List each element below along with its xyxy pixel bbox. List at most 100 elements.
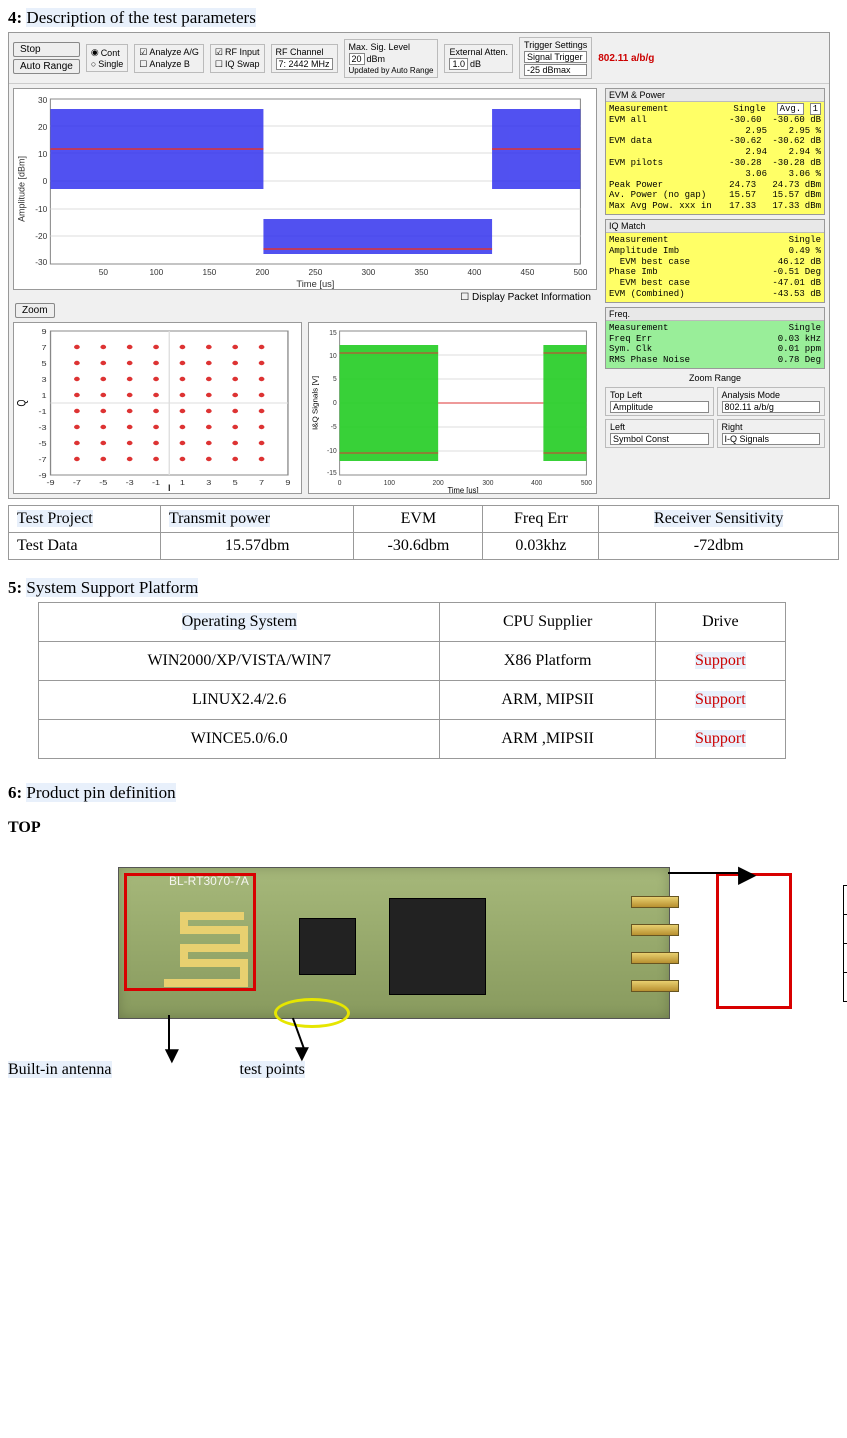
th-freq-err: Freq Err: [483, 506, 599, 533]
trigger-type-select[interactable]: Signal Trigger: [524, 51, 587, 63]
trigger-level-select[interactable]: -25 dBmax: [524, 64, 587, 76]
display-packet-info-check[interactable]: ☐ Display Packet Information: [460, 292, 591, 303]
svg-text:150: 150: [202, 268, 216, 277]
svg-text:250: 250: [308, 268, 322, 277]
section5-title-text: System Support Platform: [26, 578, 198, 597]
max-sig-input[interactable]: 20: [349, 53, 365, 65]
td-tx-power: 15.57dbm: [160, 533, 354, 560]
measurement-row: 2.95 2.95 %: [609, 126, 821, 137]
avg-n-input[interactable]: 1: [810, 103, 821, 115]
section4-prefix: 4:: [8, 8, 22, 27]
check-iq-swap[interactable]: ☐ IQ Swap: [215, 59, 260, 70]
svg-text:-3: -3: [126, 479, 135, 487]
top-label: TOP: [8, 819, 839, 837]
zoom-button[interactable]: Zoom: [15, 303, 55, 318]
top-left-select[interactable]: Amplitude: [610, 401, 709, 413]
svg-text:9: 9: [42, 328, 48, 336]
radio-single[interactable]: ○ Single: [91, 59, 123, 69]
max-sig-updated: Updated by Auto Range: [349, 66, 434, 75]
trigger-label: Trigger Settings: [524, 40, 587, 50]
td-os: WINCE5.0/6.0: [39, 720, 440, 759]
measurement-row: Peak Power 24.73 24.73 dBm: [609, 180, 821, 191]
svg-text:-9: -9: [46, 479, 55, 487]
svg-text:3: 3: [42, 376, 48, 384]
th-evm: EVM: [354, 506, 483, 533]
analyzer-panel: Stop Auto Range ◉ Cont ○ Single ☑ Analyz…: [8, 32, 830, 499]
rf-channel-select[interactable]: 7: 2442 MHz: [276, 58, 333, 70]
th-drive: Drive: [655, 603, 785, 642]
svg-text:-5: -5: [38, 440, 47, 448]
measurement-row: 3.06 3.06 %: [609, 169, 821, 180]
td-cpu: ARM ,MIPSII: [440, 720, 655, 759]
check-analyze-b[interactable]: ☐ Analyze B: [139, 59, 199, 70]
table-row: WIN2000/XP/VISTA/WIN7 X86 Platform Suppo…: [39, 642, 786, 681]
ext-atten-unit: dB: [470, 59, 481, 69]
svg-text:I: I: [168, 484, 171, 493]
measurement-row: Amplitude Imb 0.49 %: [609, 246, 821, 257]
check-rf-input[interactable]: ☑ RF Input: [215, 47, 260, 58]
table-row: Test Data 15.57dbm -30.6dbm 0.03khz -72d…: [9, 533, 839, 560]
svg-text:30: 30: [38, 96, 48, 105]
analyzer-toolbar: Stop Auto Range ◉ Cont ○ Single ☑ Analyz…: [9, 33, 829, 84]
section6-heading: 6: Product pin definition: [8, 783, 839, 803]
test-points-highlight: [274, 998, 350, 1028]
svg-text:10: 10: [38, 150, 48, 159]
pin-label: UDM-: [843, 915, 847, 944]
svg-text:-5: -5: [331, 424, 337, 431]
right-group: Right I-Q Signals: [717, 419, 826, 448]
svg-text:400: 400: [467, 268, 481, 277]
svg-text:500: 500: [573, 268, 587, 277]
td-freq-err: 0.03khz: [483, 533, 599, 560]
ext-atten-input[interactable]: 1.0: [449, 58, 468, 70]
pin-icon: [631, 952, 679, 964]
svg-text:450: 450: [520, 268, 534, 277]
left-select[interactable]: Symbol Const: [610, 433, 709, 445]
standard-label: 802.11 a/b/g: [598, 53, 654, 64]
table-row: Test Project Transmit power EVM Freq Err…: [9, 506, 839, 533]
svg-text:-1: -1: [152, 479, 161, 487]
svg-text:1: 1: [42, 392, 48, 400]
radio-cont[interactable]: ◉ Cont: [91, 47, 123, 58]
table-row: UDP+: [843, 944, 847, 973]
measurement-row: 2.94 2.94 %: [609, 147, 821, 158]
check-analyze-ag[interactable]: ☑ Analyze A/G: [139, 47, 199, 58]
right-select[interactable]: I-Q Signals: [722, 433, 821, 445]
pin-icon: [631, 980, 679, 992]
board-figure: ▼ ▼ ▶ DC 5V UDM- UDP+ GND: [98, 855, 828, 1055]
measurement-row: EVM best case 46.12 dB: [609, 257, 821, 268]
mode-group: ◉ Cont ○ Single: [86, 44, 128, 72]
table-row: UDM-: [843, 915, 847, 944]
measurement-row: EVM pilots -30.28 -30.28 dB: [609, 158, 821, 169]
td-os: LINUX2.4/2.6: [39, 681, 440, 720]
th-rx-sens: Receiver Sensitivity: [654, 510, 783, 527]
table-row: DC 5V: [843, 886, 847, 915]
svg-text:-10: -10: [327, 448, 337, 455]
stop-button[interactable]: Stop: [13, 42, 80, 57]
section6-prefix: 6:: [8, 783, 22, 802]
svg-text:-7: -7: [73, 479, 82, 487]
auto-range-button[interactable]: Auto Range: [13, 59, 80, 74]
pin-definition-table: DC 5V UDM- UDP+ GND: [843, 885, 847, 1002]
analysis-mode-select[interactable]: 802.11 a/b/g: [722, 401, 821, 413]
freq-title: Freq.: [606, 308, 824, 321]
svg-text:10: 10: [329, 353, 337, 360]
ext-atten-group: External Atten. 1.0 dB: [444, 44, 513, 73]
measurement-row: Freq Err 0.03 kHz: [609, 334, 821, 345]
svg-text:5: 5: [42, 360, 48, 368]
measurement-row: EVM best case -47.01 dB: [609, 278, 821, 289]
board-captions: Built-in antenna test points: [8, 1061, 839, 1079]
pin-label: UDP+: [843, 944, 847, 973]
table-row: GND: [843, 973, 847, 1002]
trigger-group: Trigger Settings Signal Trigger -25 dBma…: [519, 37, 592, 79]
svg-text:7: 7: [259, 479, 265, 487]
ext-atten-label: External Atten.: [449, 47, 508, 57]
antenna-highlight: [124, 873, 256, 991]
measurement-row: RMS Phase Noise 0.78 Deg: [609, 355, 821, 366]
pin-label: DC 5V: [843, 886, 847, 915]
pins-highlight: [716, 873, 792, 1009]
svg-text:I&Q Signals [V]: I&Q Signals [V]: [311, 376, 320, 430]
rf-group: ☑ RF Input ☐ IQ Swap: [210, 44, 265, 73]
svg-text:0: 0: [338, 480, 342, 487]
svg-text:-7: -7: [38, 456, 47, 464]
pin-label: GND: [843, 973, 847, 1002]
